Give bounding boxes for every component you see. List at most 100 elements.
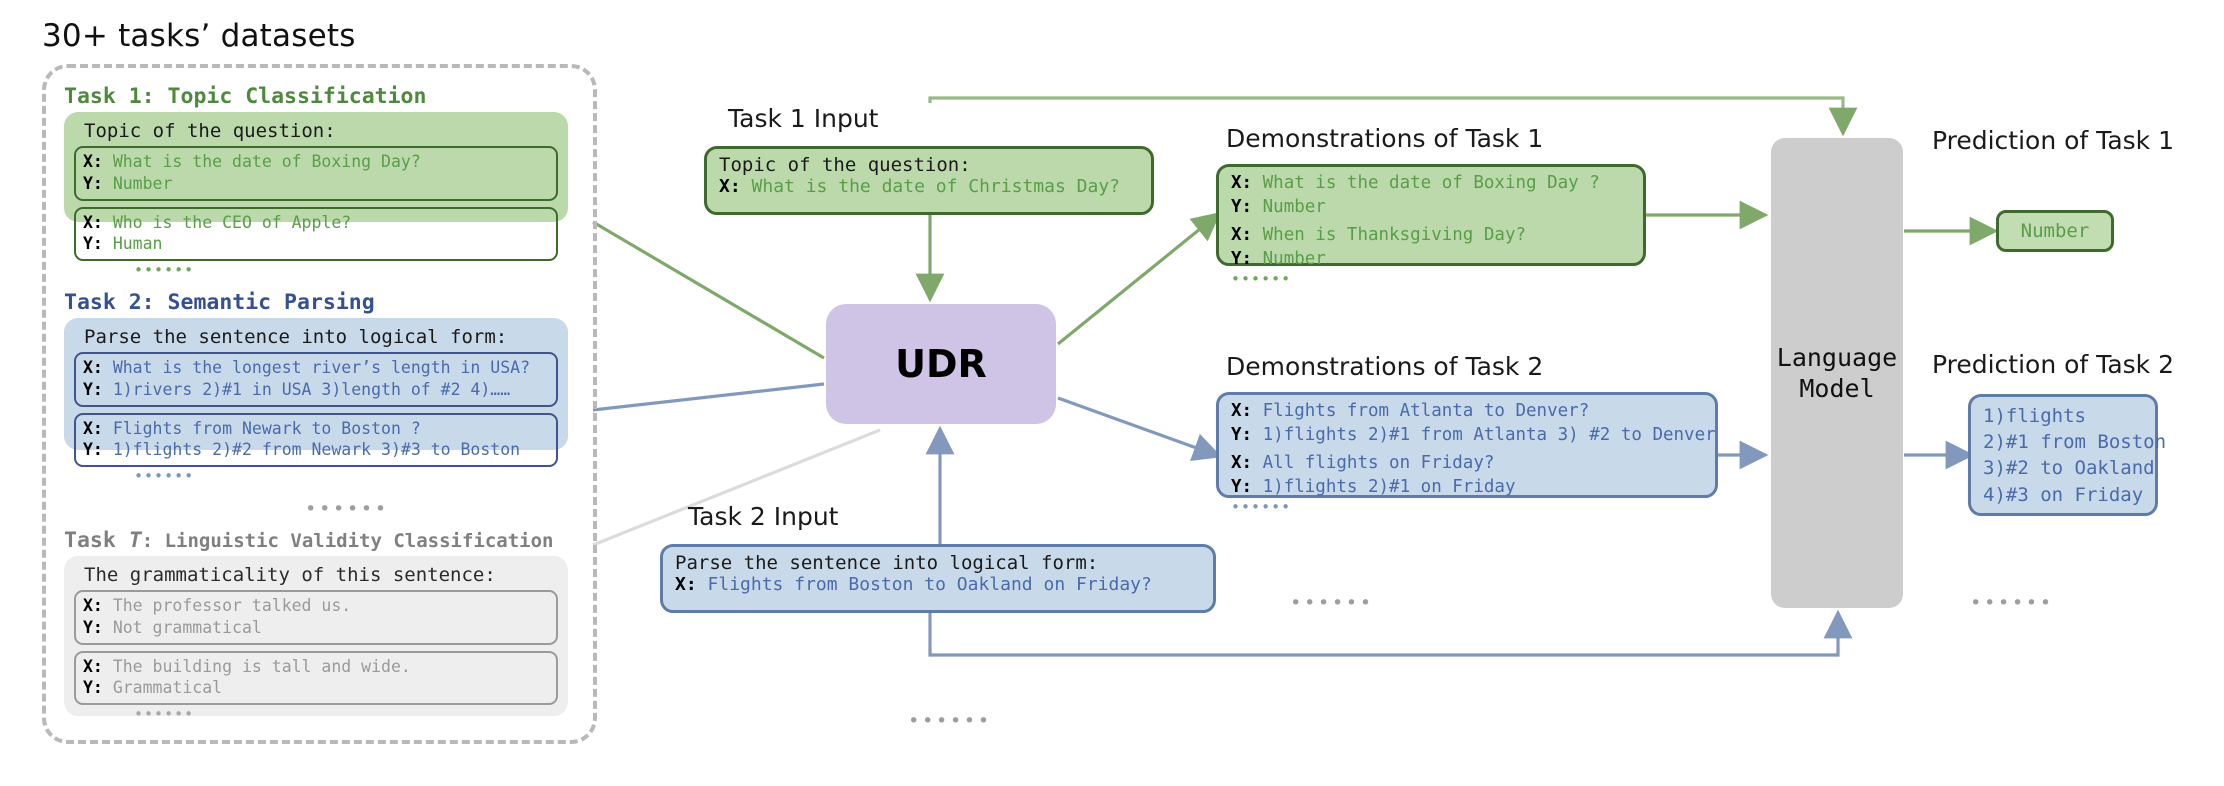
task-1-prompt: Topic of the question:: [84, 120, 336, 142]
y-label: Y:: [1231, 248, 1253, 269]
prediction-line-3: 3)#2 to Oakland: [1983, 457, 2155, 480]
language-model-block: Language Model: [1771, 138, 1903, 608]
prediction-line-2: 2)#1 from Boston: [1983, 431, 2167, 454]
x-value: All flights on Friday?: [1262, 453, 1495, 474]
task-t-heading-prefix: Task: [64, 528, 129, 553]
task-2-example-2: X: Flights from Newark to Boston ? Y: 1)…: [74, 412, 558, 468]
y-value: Number: [1262, 248, 1326, 269]
x-value: What is the date of Boxing Day?: [112, 152, 421, 171]
y-label: Y:: [83, 234, 103, 254]
x-label: X:: [83, 418, 103, 438]
x-label: X:: [83, 596, 103, 615]
task-1-example-1: X: What is the date of Boxing Day? Y: Nu…: [74, 146, 558, 201]
x-value: Flights from Newark to Boston ?: [112, 418, 421, 438]
y-value: Number: [112, 173, 173, 193]
task-2-input-card: Parse the sentence into logical form: X:…: [660, 544, 1216, 613]
y-value: Number: [1262, 196, 1326, 217]
task-1-input-label: Task 1 Input: [728, 104, 879, 133]
task-1-input-card: Topic of the question: X: What is the da…: [704, 146, 1154, 215]
right-lower-ellipsis: ••••••: [1970, 592, 2054, 614]
prediction-task-1-value: Number: [2020, 220, 2090, 242]
x-value: Flights from Atlanta to Denver?: [1262, 401, 1590, 421]
x-label: X:: [1231, 173, 1253, 193]
center-lower-ellipsis: ••••••: [908, 710, 992, 732]
prediction-line-4: 4)#3 on Friday: [1983, 483, 2144, 506]
prediction-task-2-label: Prediction of Task 2: [1932, 350, 2174, 379]
prediction-task-2-value: 1)flights 2)#1 from Boston 3)#2 to Oakla…: [1983, 403, 2167, 508]
page-title: 30+ tasks’ datasets: [42, 18, 356, 54]
middle-bottom-ellipsis: ••••••: [1290, 592, 1374, 614]
task-1-group: Topic of the question: X: What is the da…: [64, 112, 568, 278]
y-value: 1)flights 2)#1 on Friday: [1262, 476, 1516, 497]
task-1-ellipsis: ••••••: [134, 261, 195, 280]
demonstrations-task-1-card: X: What is the date of Boxing Day ? Y: N…: [1216, 164, 1646, 286]
demonstrations-task-2-card: X: Flights from Atlanta to Denver? Y: 1)…: [1216, 392, 1718, 514]
prediction-task-1-label: Prediction of Task 1: [1932, 126, 2174, 155]
language-model-label: Language Model: [1777, 342, 1897, 405]
y-label: Y:: [83, 379, 103, 399]
x-value: Who is the CEO of Apple?: [112, 212, 352, 232]
task-t-heading-tnum: T: [128, 528, 142, 553]
y-label: Y:: [83, 617, 103, 637]
demonstrations-task-1-label: Demonstrations of Task 1: [1226, 124, 1544, 153]
x-label: X:: [719, 176, 741, 197]
task-t-prompt: The grammaticality of this sentence:: [84, 564, 496, 586]
demo-2-example-1: X: Flights from Atlanta to Denver? Y: 1)…: [1231, 400, 1716, 447]
task-t-heading-suffix: : Linguistic Validity Classification: [141, 530, 554, 552]
lm-line-2: Model: [1799, 374, 1875, 403]
x-label: X:: [83, 358, 103, 377]
udr-block: UDR: [826, 304, 1056, 424]
udr-label: UDR: [895, 342, 987, 386]
prediction-task-2-card: 1)flights 2)#1 from Boston 3)#2 to Oakla…: [1968, 394, 2167, 516]
task-2-example-1: X: What is the longest river’s length in…: [74, 352, 558, 407]
task-2-heading: Task 2: Semantic Parsing: [64, 290, 375, 315]
x-value: The building is tall and wide.: [112, 656, 411, 676]
x-label: X:: [1231, 401, 1253, 421]
task-t-group: The grammaticality of this sentence: X: …: [64, 556, 568, 722]
y-label: Y:: [1231, 196, 1253, 217]
y-label: Y:: [83, 440, 103, 460]
x-label: X:: [83, 212, 103, 232]
task-t-heading: Task T: Linguistic Validity Classificati…: [64, 528, 554, 553]
demonstrations-task-2-label: Demonstrations of Task 2: [1226, 352, 1544, 381]
x-value: What is the date of Boxing Day ?: [1262, 173, 1600, 193]
task-1-input-prompt: Topic of the question:: [719, 154, 971, 176]
x-value: When is Thanksgiving Day?: [1262, 225, 1527, 246]
task-2-group: Parse the sentence into logical form: X:…: [64, 318, 568, 484]
demo-1-example-1: X: What is the date of Boxing Day ? Y: N…: [1231, 172, 1631, 219]
task-1-heading: Task 1: Topic Classification: [64, 84, 427, 109]
task-2-input-prompt: Parse the sentence into logical form:: [675, 552, 1099, 574]
y-label: Y:: [1231, 476, 1253, 497]
task-t-example-1: X: The professor talked us. Y: Not gramm…: [74, 590, 558, 645]
y-value: Grammatical: [112, 678, 223, 698]
x-label: X:: [1231, 225, 1253, 246]
y-value: 1)flights 2)#1 from Atlanta 3) #2 to Den…: [1262, 424, 1716, 445]
task-2-input-x: Flights from Boston to Oakland on Friday…: [707, 574, 1152, 595]
x-label: X:: [1231, 453, 1253, 474]
demo-1-ellipsis: ••••••: [1231, 269, 1292, 288]
task-1-example-2: X: Who is the CEO of Apple? Y: Human: [74, 206, 558, 262]
task-t-example-2: X: The building is tall and wide. Y: Gra…: [74, 650, 558, 706]
task-2-prompt: Parse the sentence into logical form:: [84, 326, 508, 348]
between-tasks-ellipsis: ••••••: [305, 498, 389, 520]
x-label: X:: [83, 152, 103, 171]
y-label: Y:: [83, 678, 103, 698]
task-1-input-x: What is the date of Christmas Day?: [751, 176, 1120, 197]
demo-2-ellipsis: ••••••: [1231, 497, 1292, 516]
demo-1-example-2: X: When is Thanksgiving Day? Y: Number: [1231, 224, 1631, 271]
prediction-line-1: 1)flights: [1983, 405, 2086, 427]
y-value: Human: [112, 234, 163, 254]
demo-2-example-2: X: All flights on Friday? Y: 1)flights 2…: [1231, 452, 1703, 499]
task-2-ellipsis: ••••••: [134, 467, 195, 486]
task-t-ellipsis: ••••••: [134, 705, 195, 724]
task-2-input-label: Task 2 Input: [688, 502, 839, 531]
y-label: Y:: [83, 173, 103, 193]
x-label: X:: [83, 656, 103, 676]
x-value: The professor talked us.: [112, 596, 352, 615]
y-value: 1)flights 2)#2 from Newark 3)#3 to Bosto…: [112, 440, 521, 460]
y-value: Not grammatical: [112, 617, 262, 637]
x-value: What is the longest river’s length in US…: [112, 358, 531, 377]
x-label: X:: [675, 574, 697, 595]
y-label: Y:: [1231, 424, 1253, 445]
lm-line-1: Language: [1776, 342, 1898, 372]
